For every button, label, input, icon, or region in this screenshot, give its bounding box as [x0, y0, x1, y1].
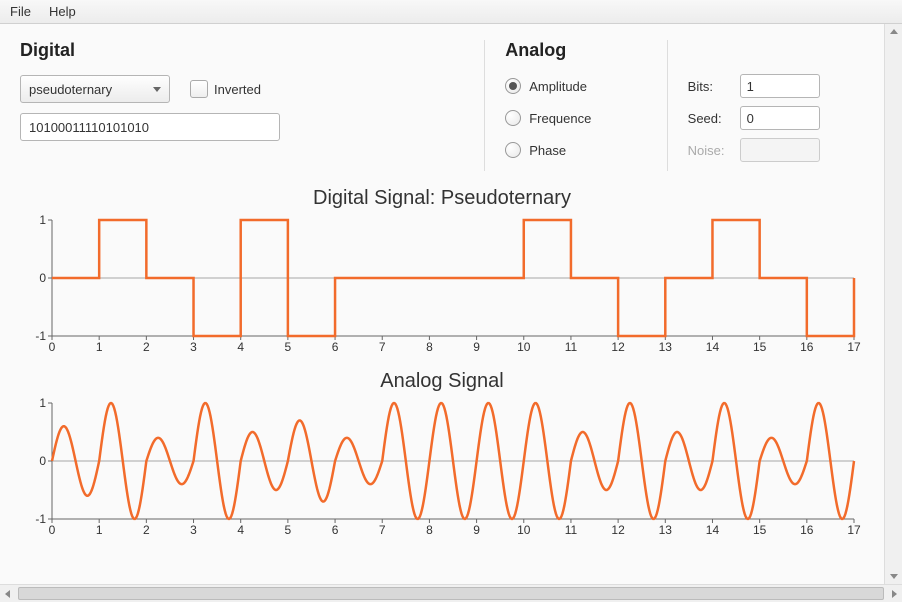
bits-label: Bits: — [688, 79, 732, 94]
horizontal-scrollbar-thumb[interactable] — [18, 587, 884, 600]
seed-input[interactable]: 0 — [740, 106, 820, 130]
digital-title: Digital — [20, 40, 464, 61]
bits-input[interactable]: 1 — [740, 74, 820, 98]
panel-digital: Digital pseudoternary Inverted 101000111… — [20, 40, 484, 171]
radio-frequence[interactable] — [505, 110, 521, 126]
menu-file[interactable]: File — [10, 4, 31, 19]
bitstring-input[interactable]: 10100011110101010 — [20, 113, 280, 141]
inverted-checkbox[interactable] — [190, 80, 208, 98]
digital-chart-title: Digital Signal: Pseudoternary — [20, 187, 864, 210]
radio-frequence-label: Frequence — [529, 111, 591, 126]
content-area: Digital pseudoternary Inverted 101000111… — [0, 24, 884, 584]
seed-value: 0 — [747, 111, 754, 126]
noise-input — [740, 138, 820, 162]
analog-chart-title: Analog Signal — [20, 370, 864, 393]
chevron-down-icon — [153, 87, 161, 92]
analog-title: Analog — [505, 40, 666, 61]
inverted-label: Inverted — [214, 82, 261, 97]
vertical-scrollbar[interactable] — [884, 24, 902, 584]
bits-value: 1 — [747, 79, 754, 94]
digital-chart: 01234567891011121314151617-101 — [20, 214, 864, 354]
noise-label: Noise: — [688, 143, 732, 158]
radio-amplitude[interactable] — [505, 78, 521, 94]
encoding-select[interactable]: pseudoternary — [20, 75, 170, 103]
menu-help[interactable]: Help — [49, 4, 76, 19]
radio-amplitude-row[interactable]: Amplitude — [505, 75, 666, 97]
radio-phase[interactable] — [505, 142, 521, 158]
inverted-checkbox-wrap[interactable]: Inverted — [190, 80, 261, 98]
encoding-select-value: pseudoternary — [29, 82, 112, 97]
radio-amplitude-label: Amplitude — [529, 79, 587, 94]
seed-label: Seed: — [688, 111, 732, 126]
analog-chart: 01234567891011121314151617-101 — [20, 397, 864, 537]
menubar: File Help — [0, 0, 902, 24]
radio-phase-label: Phase — [529, 143, 566, 158]
radio-frequence-row[interactable]: Frequence — [505, 107, 666, 129]
radio-phase-row[interactable]: Phase — [505, 139, 666, 161]
panel-analog: Analog Amplitude Frequence Phase Bits: — [484, 40, 864, 171]
bitstring-value: 10100011110101010 — [29, 120, 149, 135]
horizontal-scrollbar[interactable] — [0, 584, 902, 602]
